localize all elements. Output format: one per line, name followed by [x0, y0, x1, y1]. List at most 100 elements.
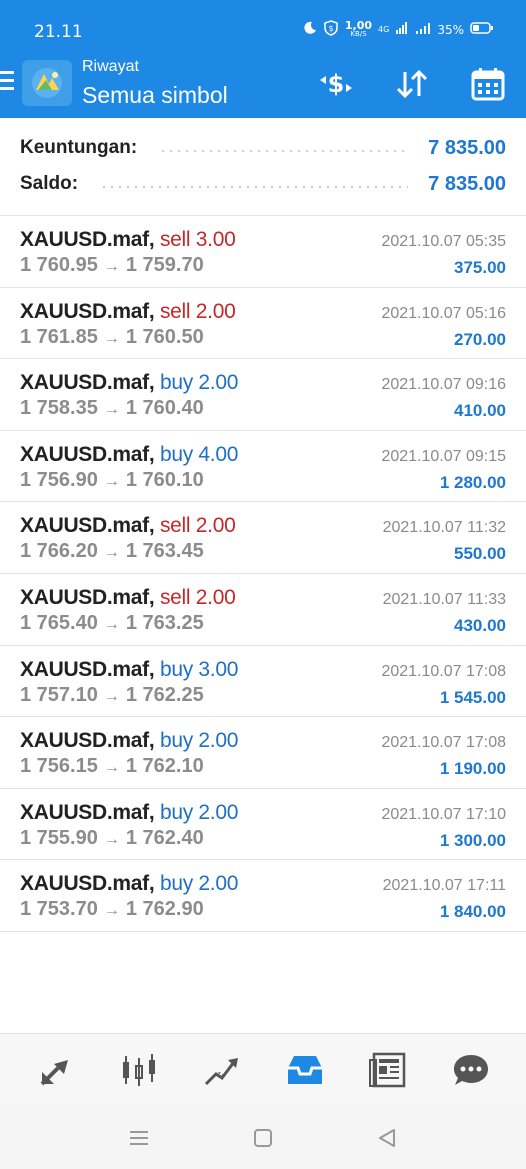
- status-indicators: $ 1,00 KB/S 4G 35%: [303, 20, 494, 39]
- arrow-right-icon: →: [103, 329, 120, 347]
- deal-type: sell 2.00: [159, 585, 236, 609]
- trade-icon[interactable]: [197, 1045, 247, 1095]
- deal-row[interactable]: XAUUSD.maf, buy 2.00 1 758.35 → 1 760.40 2…: [0, 359, 526, 431]
- app-logo[interactable]: [22, 60, 72, 106]
- deal-profit: 410.00: [454, 401, 506, 421]
- deal-time: 2021.10.07 05:16: [381, 304, 506, 322]
- open-price: 1 765.40: [20, 611, 98, 634]
- balance-row: Saldo: 7 835.00: [20, 169, 506, 199]
- deal-symbol: XAUUSD.maf, buy 3.00: [20, 657, 239, 681]
- deal-prices: 1 753.70 → 1 762.90: [20, 898, 204, 921]
- deal-row[interactable]: XAUUSD.maf, buy 2.00 1 755.90 → 1 762.40 2…: [0, 789, 526, 861]
- close-price: 1 760.50: [125, 325, 204, 348]
- deal-prices: 1 766.20 → 1 763.45: [20, 540, 204, 563]
- deal-row[interactable]: XAUUSD.maf, buy 2.00 1 753.70 → 1 762.90 2…: [0, 860, 526, 932]
- deal-profit: 1 840.00: [439, 902, 506, 922]
- system-nav: [0, 1105, 526, 1169]
- deal-prices: 1 756.90 → 1 760.10: [20, 469, 204, 492]
- deal-prices: 1 757.10 → 1 762.25: [20, 684, 204, 707]
- deal-symbol: XAUUSD.maf, sell 2.00: [20, 514, 236, 538]
- deal-profit: 1 190.00: [439, 759, 506, 779]
- balance-label: Saldo:: [20, 173, 79, 194]
- balance-value: 7 835.00: [428, 172, 506, 195]
- deal-profit: 375.00: [454, 258, 506, 277]
- open-price: 1 757.10: [20, 683, 98, 706]
- chat-icon[interactable]: [446, 1045, 496, 1095]
- deal-time: 2021.10.07 11:33: [382, 590, 506, 608]
- deal-prices: 1 756.15 → 1 762.10: [20, 755, 204, 778]
- deal-row[interactable]: XAUUSD.maf, sell 2.00 1 761.85 → 1 760.50 …: [0, 288, 526, 360]
- deal-time: 2021.10.07 09:15: [381, 447, 506, 465]
- open-price: 1 758.35: [20, 397, 98, 420]
- chart-icon[interactable]: [114, 1045, 164, 1095]
- history-icon[interactable]: [280, 1045, 330, 1095]
- menu-icon[interactable]: [0, 71, 16, 93]
- deal-type: buy 3.00: [159, 657, 239, 681]
- deal-time: 2021.10.07 17:11: [382, 877, 506, 895]
- deal-prices: 1 758.35 → 1 760.40: [20, 397, 204, 420]
- deal-row[interactable]: XAUUSD.maf, buy 4.00 1 756.90 → 1 760.10 2…: [0, 431, 526, 503]
- open-price: 1 756.15: [20, 755, 98, 778]
- arrow-right-icon: →: [103, 401, 120, 419]
- open-price: 1 755.90: [20, 826, 98, 849]
- close-price: 1 762.90: [125, 898, 204, 921]
- battery-icon: [470, 21, 494, 38]
- deal-symbol: XAUUSD.maf, buy 2.00: [20, 872, 239, 896]
- back-icon[interactable]: [372, 1123, 402, 1153]
- open-price: 1 753.70: [20, 898, 98, 921]
- arrow-right-icon: →: [103, 902, 120, 920]
- deal-symbol: XAUUSD.maf, sell 2.00: [20, 585, 236, 609]
- dotted-leader: [159, 150, 409, 152]
- deal-profit: 1 300.00: [439, 830, 506, 850]
- network-type: 4G: [378, 25, 390, 34]
- currency-exchange-icon[interactable]: $: [314, 62, 358, 106]
- profit-label: Keuntungan:: [20, 137, 138, 158]
- deal-symbol: XAUUSD.maf, buy 2.00: [20, 729, 239, 753]
- deal-list: XAUUSD.maf, sell 3.00 1 760.95 → 1 759.70 …: [0, 216, 526, 932]
- svg-text:$: $: [328, 70, 345, 98]
- news-icon[interactable]: [363, 1045, 413, 1095]
- close-price: 1 760.40: [125, 397, 204, 420]
- deal-row[interactable]: XAUUSD.maf, sell 3.00 1 760.95 → 1 759.70 …: [0, 216, 526, 288]
- deal-type: sell 2.00: [159, 514, 236, 538]
- status-bar: 21.11 $ 1,00 KB/S 4G 35%: [0, 0, 526, 56]
- deal-time: 2021.10.07 11:32: [382, 519, 506, 537]
- shield-icon: $: [323, 20, 339, 39]
- deal-profit: 1 280.00: [439, 472, 506, 492]
- signal-icon-2: [415, 21, 431, 38]
- deal-type: buy 2.00: [159, 729, 239, 753]
- deal-time: 2021.10.07 17:10: [381, 805, 506, 823]
- open-price: 1 766.20: [20, 540, 98, 563]
- deal-row[interactable]: XAUUSD.maf, buy 2.00 1 756.15 → 1 762.10 2…: [0, 717, 526, 789]
- deal-prices: 1 761.85 → 1 760.50: [20, 326, 204, 349]
- deal-profit: 1 545.00: [439, 687, 506, 707]
- deal-type: buy 2.00: [159, 371, 239, 395]
- battery-percent: 35%: [437, 22, 464, 37]
- summary-panel: Keuntungan: 7 835.00 Saldo: 7 835.00: [0, 118, 526, 216]
- close-price: 1 763.45: [125, 540, 204, 563]
- recent-apps-icon[interactable]: [124, 1123, 154, 1153]
- sort-icon[interactable]: [390, 62, 434, 106]
- close-price: 1 759.70: [125, 254, 204, 276]
- calendar-icon[interactable]: [466, 62, 510, 106]
- quotes-icon[interactable]: [31, 1045, 81, 1095]
- profit-row: Keuntungan: 7 835.00: [20, 133, 506, 163]
- app-subtitle: Riwayat: [82, 58, 139, 75]
- deal-row[interactable]: XAUUSD.maf, sell 2.00 1 765.40 → 1 763.25 …: [0, 574, 526, 646]
- deal-symbol: XAUUSD.maf, buy 2.00: [20, 800, 239, 824]
- arrow-right-icon: →: [103, 472, 120, 490]
- deal-time: 2021.10.07 17:08: [381, 662, 506, 680]
- close-price: 1 760.10: [125, 468, 204, 491]
- deal-row[interactable]: XAUUSD.maf, sell 2.00 1 766.20 → 1 763.45 …: [0, 502, 526, 574]
- deal-prices: 1 765.40 → 1 763.25: [20, 612, 204, 635]
- page-title[interactable]: Semua simbol: [82, 82, 228, 109]
- deal-time: 2021.10.07 09:16: [381, 376, 506, 394]
- deal-prices: 1 755.90 → 1 762.40: [20, 827, 204, 850]
- open-price: 1 760.95: [20, 254, 98, 276]
- home-icon[interactable]: [248, 1123, 278, 1153]
- deal-type: sell 2.00: [159, 299, 236, 323]
- status-time: 21.11: [34, 22, 83, 42]
- deal-time: 2021.10.07 05:35: [381, 233, 506, 250]
- moon-icon: [303, 21, 317, 38]
- deal-row[interactable]: XAUUSD.maf, buy 3.00 1 757.10 → 1 762.25 2…: [0, 646, 526, 718]
